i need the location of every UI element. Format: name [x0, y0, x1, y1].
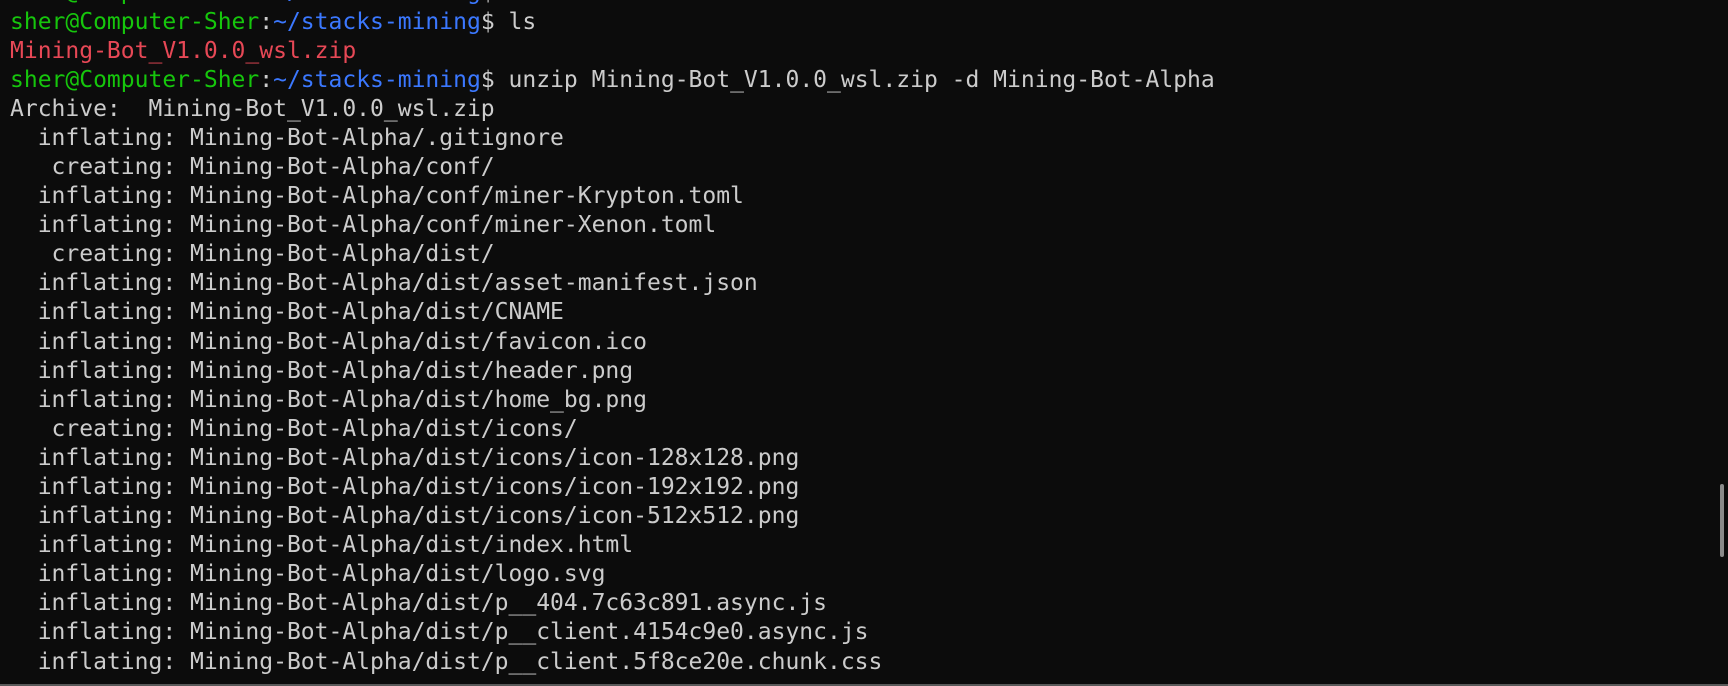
unzip-output-line: inflating: Mining-Bot-Alpha/dist/icons/i… [10, 503, 800, 530]
prompt-sep: : [259, 8, 274, 35]
unzip-output-line: inflating: Mining-Bot-Alpha/dist/CNAME [10, 299, 564, 326]
unzip-output-line: inflating: Mining-Bot-Alpha/dist/asset-m… [10, 270, 758, 297]
prompt-user-host: sher@Computer-Sher [10, 0, 259, 5]
prompt-path: ~/stacks-mining [273, 8, 481, 35]
unzip-output-line: inflating: Mining-Bot-Alpha/dist/index.h… [10, 532, 634, 559]
prompt-sep: : [259, 0, 273, 5]
unzip-output-line: inflating: Mining-Bot-Alpha/dist/logo.sv… [10, 561, 606, 588]
unzip-output-line: inflating: Mining-Bot-Alpha/dist/p__404.… [10, 590, 827, 617]
prompt-line-partial: sher@Computer-Sher:~/stacks-mining$ [10, 0, 1708, 8]
unzip-output-line: inflating: Mining-Bot-Alpha/conf/miner-X… [10, 212, 717, 239]
unzip-output-line: inflating: Mining-Bot-Alpha/conf/miner-K… [10, 183, 744, 210]
prompt-path: ~/stacks-mining [273, 0, 481, 5]
unzip-output-line: inflating: Mining-Bot-Alpha/dist/header.… [10, 357, 634, 384]
unzip-output-line: creating: Mining-Bot-Alpha/dist/ [10, 241, 495, 268]
prompt-user-host: sher@Computer-Sher [10, 66, 260, 93]
unzip-output-line: inflating: Mining-Bot-Alpha/dist/icons/i… [10, 474, 800, 500]
unzip-output-line: inflating: Mining-Bot-Alpha/.gitignore [10, 124, 564, 151]
ls-output-file: Mining-Bot_V1.0.0_wsl.zip [10, 37, 357, 64]
unzip-output-line: creating: Mining-Bot-Alpha/dist/icons/ [10, 415, 578, 442]
archive-line: Archive: Mining-Bot_V1.0.0_wsl.zip [10, 95, 495, 122]
unzip-output-line: inflating: Mining-Bot-Alpha/dist/home_bg… [10, 386, 647, 413]
unzip-output-line: inflating: Mining-Bot-Alpha/dist/p__clie… [10, 619, 869, 646]
prompt-symbol: $ [480, 8, 509, 35]
prompt-user-host: sher@Computer-Sher [10, 8, 260, 35]
command-text: unzip Mining-Bot_V1.0.0_wsl.zip -d Minin… [508, 66, 1215, 93]
prompt-symbol: $ [481, 0, 509, 5]
prompt-path: ~/stacks-mining [273, 66, 481, 93]
prompt-line-unzip: sher@Computer-Sher:~/stacks-mining$ unzi… [10, 66, 1708, 95]
unzip-output-line: creating: Mining-Bot-Alpha/conf/ [10, 153, 495, 180]
prompt-sep: : [259, 66, 274, 93]
prompt-line-ls: sher@Computer-Sher:~/stacks-mining$ ls [10, 8, 1708, 37]
unzip-output-line: inflating: Mining-Bot-Alpha/dist/favicon… [10, 328, 647, 355]
scrollbar-thumb[interactable] [1720, 484, 1724, 557]
unzip-output-line: inflating: Mining-Bot-Alpha/dist/icons/i… [10, 444, 800, 471]
command-text: ls [508, 8, 537, 35]
prompt-symbol: $ [480, 66, 509, 93]
unzip-output-line: inflating: Mining-Bot-Alpha/dist/p__clie… [10, 648, 883, 675]
terminal-output[interactable]: sher@Computer-Sher:~/stacks-mining$ sher… [10, 0, 1708, 677]
